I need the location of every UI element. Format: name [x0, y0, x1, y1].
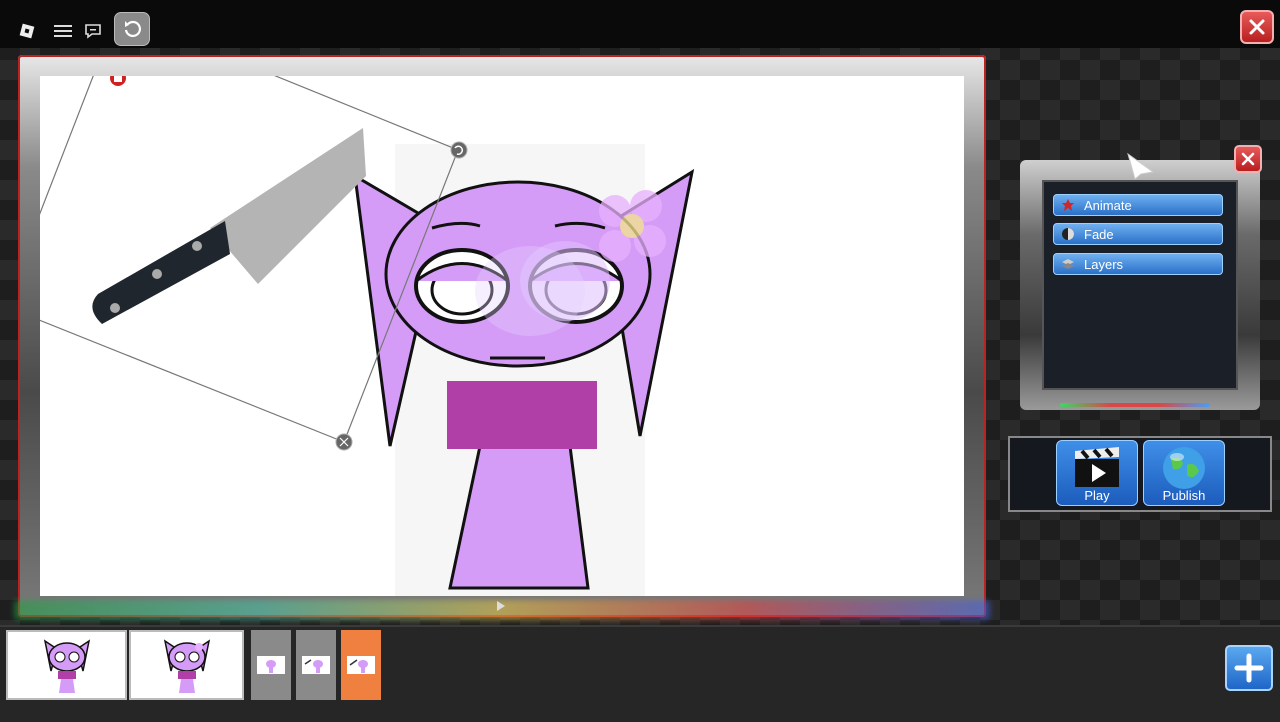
fade-button[interactable]: Fade: [1053, 223, 1223, 245]
knife-sprite[interactable]: [92, 128, 366, 324]
frame-thumbnail[interactable]: [6, 630, 127, 700]
panel-close-button[interactable]: [1234, 145, 1262, 173]
rotate-handle-icon[interactable]: [450, 141, 468, 159]
action-box: [1008, 436, 1272, 512]
undo-icon: [124, 20, 141, 37]
layers-icon: [1060, 256, 1076, 272]
close-button[interactable]: [1240, 10, 1274, 44]
plus-icon: [1234, 653, 1264, 683]
scale-handle-icon[interactable]: [335, 433, 353, 451]
animate-icon: [1060, 197, 1076, 213]
drawing-canvas[interactable]: [40, 76, 964, 596]
animate-label: Animate: [1084, 197, 1132, 213]
frame-thumbnail[interactable]: [129, 630, 244, 700]
delete-handle-icon[interactable]: [110, 76, 126, 86]
frame-thumbnail[interactable]: [251, 630, 291, 700]
frame-thumbnail-selected[interactable]: [341, 630, 381, 700]
animate-button[interactable]: Animate: [1053, 194, 1223, 216]
chat-icon[interactable]: [82, 20, 104, 42]
close-icon: [1241, 152, 1255, 166]
fade-icon: [1060, 226, 1076, 242]
play-button[interactable]: Play: [1056, 440, 1138, 506]
frame-preview: [302, 656, 330, 674]
canvas-play-marker-icon: [497, 601, 505, 611]
layers-label: Layers: [1084, 256, 1124, 272]
fade-label: Fade: [1084, 226, 1114, 242]
add-frame-button[interactable]: [1225, 645, 1273, 691]
frame-preview: [257, 656, 285, 674]
frame-thumbnail[interactable]: [296, 630, 336, 700]
menu-icon[interactable]: [52, 20, 74, 42]
panel-led-strip: [1060, 403, 1210, 407]
close-icon: [1249, 19, 1265, 35]
roblox-logo-icon[interactable]: [16, 20, 38, 42]
globe-icon: [1161, 445, 1207, 494]
frame-preview: [347, 656, 375, 674]
top-bar: [0, 0, 1280, 48]
pointer-cursor-icon: [1125, 152, 1155, 180]
clapperboard-icon: [1072, 445, 1122, 492]
publish-button[interactable]: Publish: [1143, 440, 1225, 506]
undo-button[interactable]: [114, 12, 150, 46]
layers-button[interactable]: Layers: [1053, 253, 1223, 275]
